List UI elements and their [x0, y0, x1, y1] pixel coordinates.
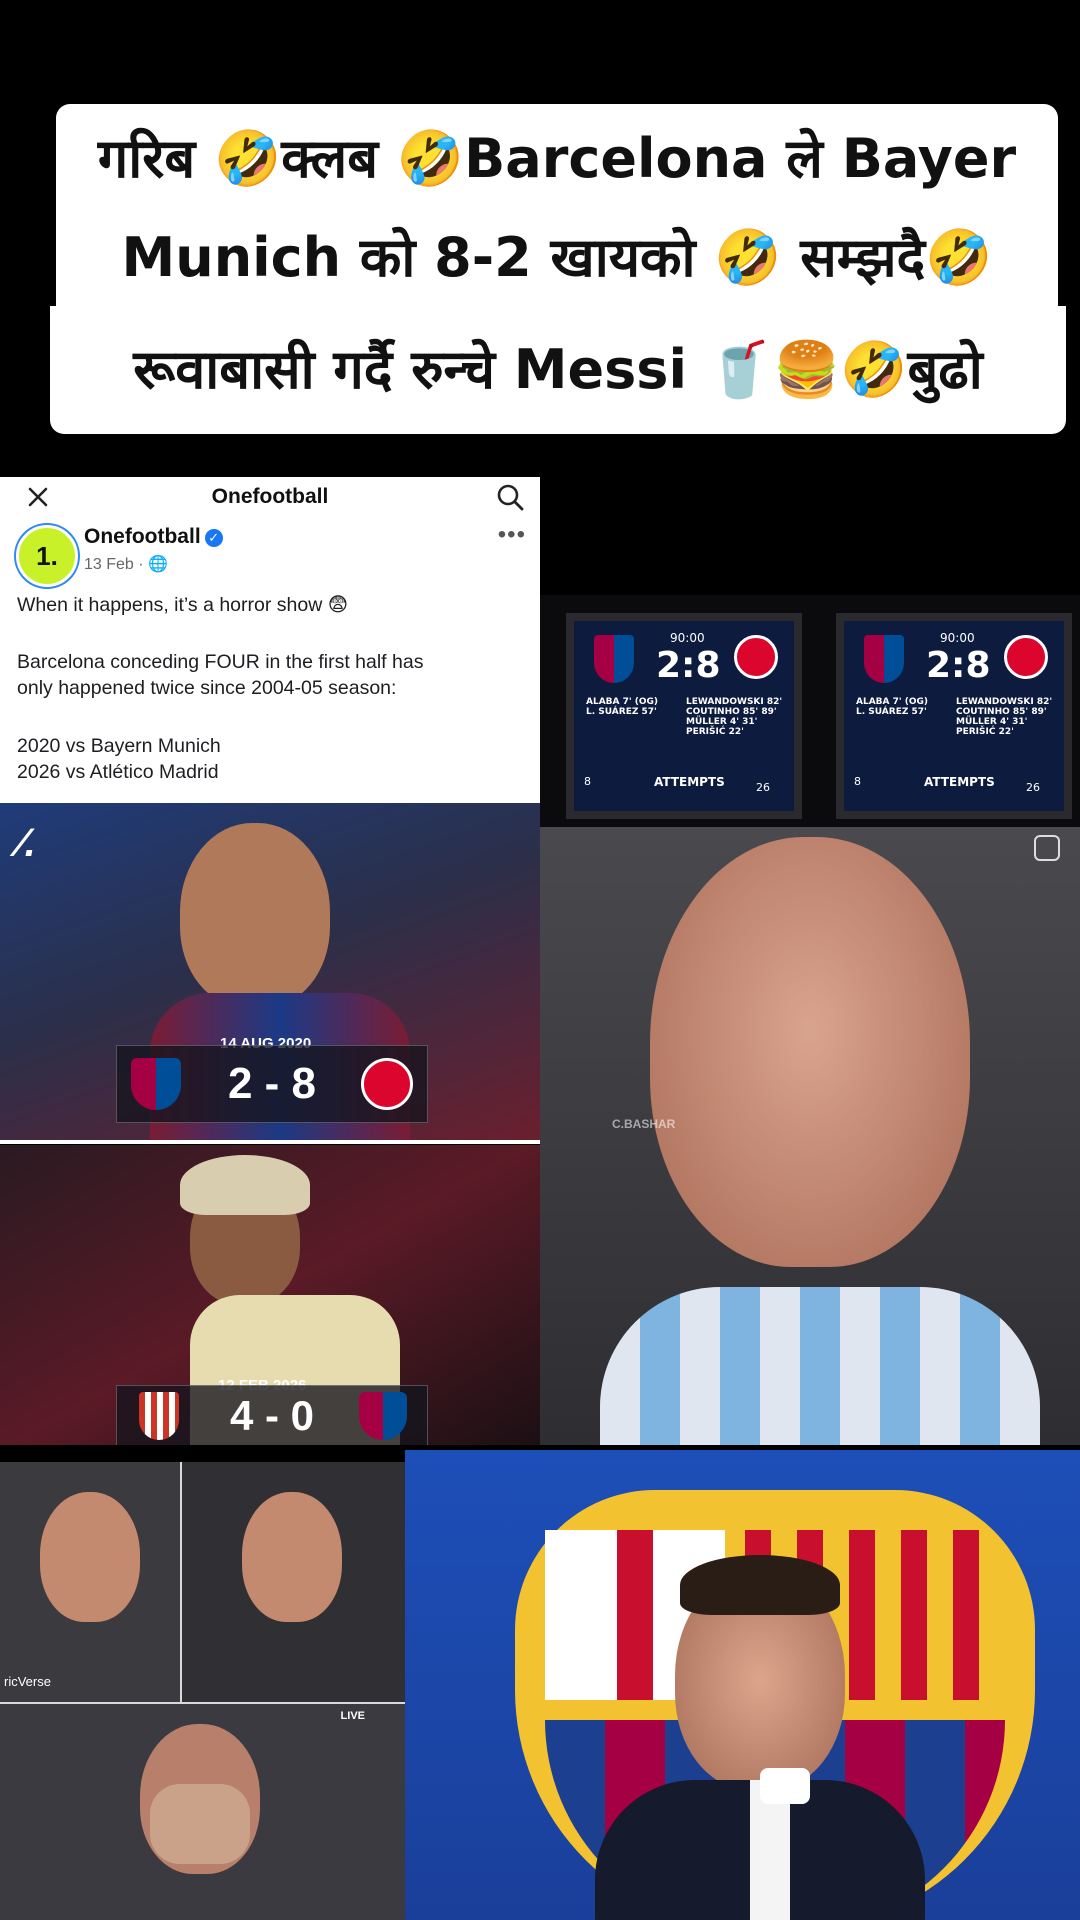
globe-icon: 🌐	[148, 556, 168, 573]
scorers-left: ALABA 7' (OG) L. SUÁREZ 57'	[586, 697, 659, 717]
attempts-right: 26	[756, 781, 770, 794]
crying-messi-photo: 90:00 2:8 ALABA 7' (OG) L. SUÁREZ 57' LE…	[540, 595, 1080, 1445]
scoreboard-2020: 2 - 8	[116, 1045, 428, 1123]
search-icon[interactable]	[494, 481, 526, 513]
onefootball-post: Onefootball 1. Onefootball ✓ 13 Feb · 🌐 •…	[0, 477, 540, 803]
post-meta: 13 Feb · 🌐	[84, 556, 168, 573]
stadium-screen-right: 90:00 2:8 ALABA 7' (OG) L. SUÁREZ 57' LE…	[836, 613, 1072, 819]
barcelona-crest-icon	[864, 635, 904, 683]
cbashar-watermark: C.BASHAR	[612, 1117, 676, 1131]
post-header-title: Onefootball	[211, 485, 329, 508]
post-text-line-5: 2026 vs Atlético Madrid	[17, 761, 219, 783]
messi-2020-photo: ⁄. 14 AUG 2020 2 - 8	[0, 803, 540, 1140]
screen-score: 2:8	[656, 645, 721, 686]
scorers-right: LEWANDOWSKI 82' COUTINHO 85' 89' MÜLLER …	[686, 697, 783, 737]
player-head	[180, 823, 330, 1008]
onefootball-watermark-icon: ⁄.	[18, 821, 36, 865]
live-badge: LIVE	[340, 1710, 365, 1722]
verified-badge-icon: ✓	[204, 529, 223, 547]
hands	[150, 1784, 250, 1864]
score-text: 4 - 0	[229, 1392, 315, 1439]
instagram-icon	[1034, 835, 1060, 861]
caption-line-2: Munich को 8-2 खायको 🤣 सम्झदै🤣	[56, 206, 1058, 310]
post-header: Onefootball	[0, 477, 540, 517]
scoreboard-2026: 4 - 0	[116, 1385, 428, 1445]
argentina-shirt	[600, 1287, 1040, 1445]
scorers-left: ALABA 7' (OG) L. SUÁREZ 57'	[856, 697, 929, 717]
close-icon[interactable]	[24, 483, 52, 511]
caption-line-1: गरिब 🤣क्लब 🤣Barcelona ले Bayer	[56, 104, 1058, 214]
score-text: 2 - 8	[227, 1059, 317, 1108]
bayern-crest-icon	[361, 1058, 413, 1110]
messi-face	[650, 837, 970, 1267]
crying-scene: C.BASHAR	[540, 827, 1080, 1445]
post-text-line-2: Barcelona conceding FOUR in the first ha…	[17, 651, 424, 673]
barcelona-crest-icon	[359, 1392, 407, 1440]
scorers-right: LEWANDOWSKI 82' COUTINHO 85' 89' MÜLLER …	[956, 697, 1053, 737]
post-text-line-1: When it happens, it’s a horror show 😨	[17, 594, 349, 616]
ricverse-watermark: ricVerse	[4, 1674, 51, 1689]
collage-cell-1: ricVerse	[0, 1462, 180, 1702]
messi-face	[40, 1492, 140, 1622]
match-time: 90:00	[670, 631, 705, 645]
messi-crying-collage: ricVerse LIVE	[0, 1462, 405, 1920]
attempts-label: ATTEMPTS	[654, 775, 725, 789]
curly-hair	[180, 1155, 310, 1215]
collage-cell-3: LIVE	[0, 1704, 405, 1920]
onefootball-logo-avatar[interactable]: 1.	[16, 525, 78, 587]
post-text-line-4: 2020 vs Bayern Munich	[17, 735, 221, 757]
caption-line-3: रूवाबासी गर्दै रुन्चे Messi 🥤🍔🤣बुढो	[50, 306, 1066, 434]
attempts-right: 26	[1026, 781, 1040, 794]
barcelona-crest-icon	[594, 635, 634, 683]
tissue	[760, 1768, 810, 1804]
bayern-crest-icon	[734, 635, 778, 679]
messi-hair	[680, 1555, 840, 1615]
post-text-line-3: only happened twice since 2004-05 season…	[17, 677, 397, 699]
stadium-screen-left: 90:00 2:8 ALABA 7' (OG) L. SUÁREZ 57' LE…	[566, 613, 802, 819]
match-time: 90:00	[940, 631, 975, 645]
bayern-crest-icon	[1004, 635, 1048, 679]
attempts-left: 8	[584, 775, 591, 788]
yamal-2026-photo: 12 FEB 2026 4 - 0	[0, 1145, 540, 1445]
collage-cell-2	[182, 1462, 405, 1702]
barcelona-crest-icon	[131, 1058, 181, 1110]
atletico-crest-icon	[139, 1392, 179, 1440]
attempts-label: ATTEMPTS	[924, 775, 995, 789]
divider	[0, 1140, 540, 1144]
more-options-icon[interactable]: •••	[498, 521, 526, 549]
messi-face	[242, 1492, 342, 1622]
screen-score: 2:8	[926, 645, 991, 686]
attempts-left: 8	[854, 775, 861, 788]
account-name[interactable]: Onefootball ✓	[84, 525, 223, 549]
messi-farewell-photo	[405, 1450, 1080, 1920]
